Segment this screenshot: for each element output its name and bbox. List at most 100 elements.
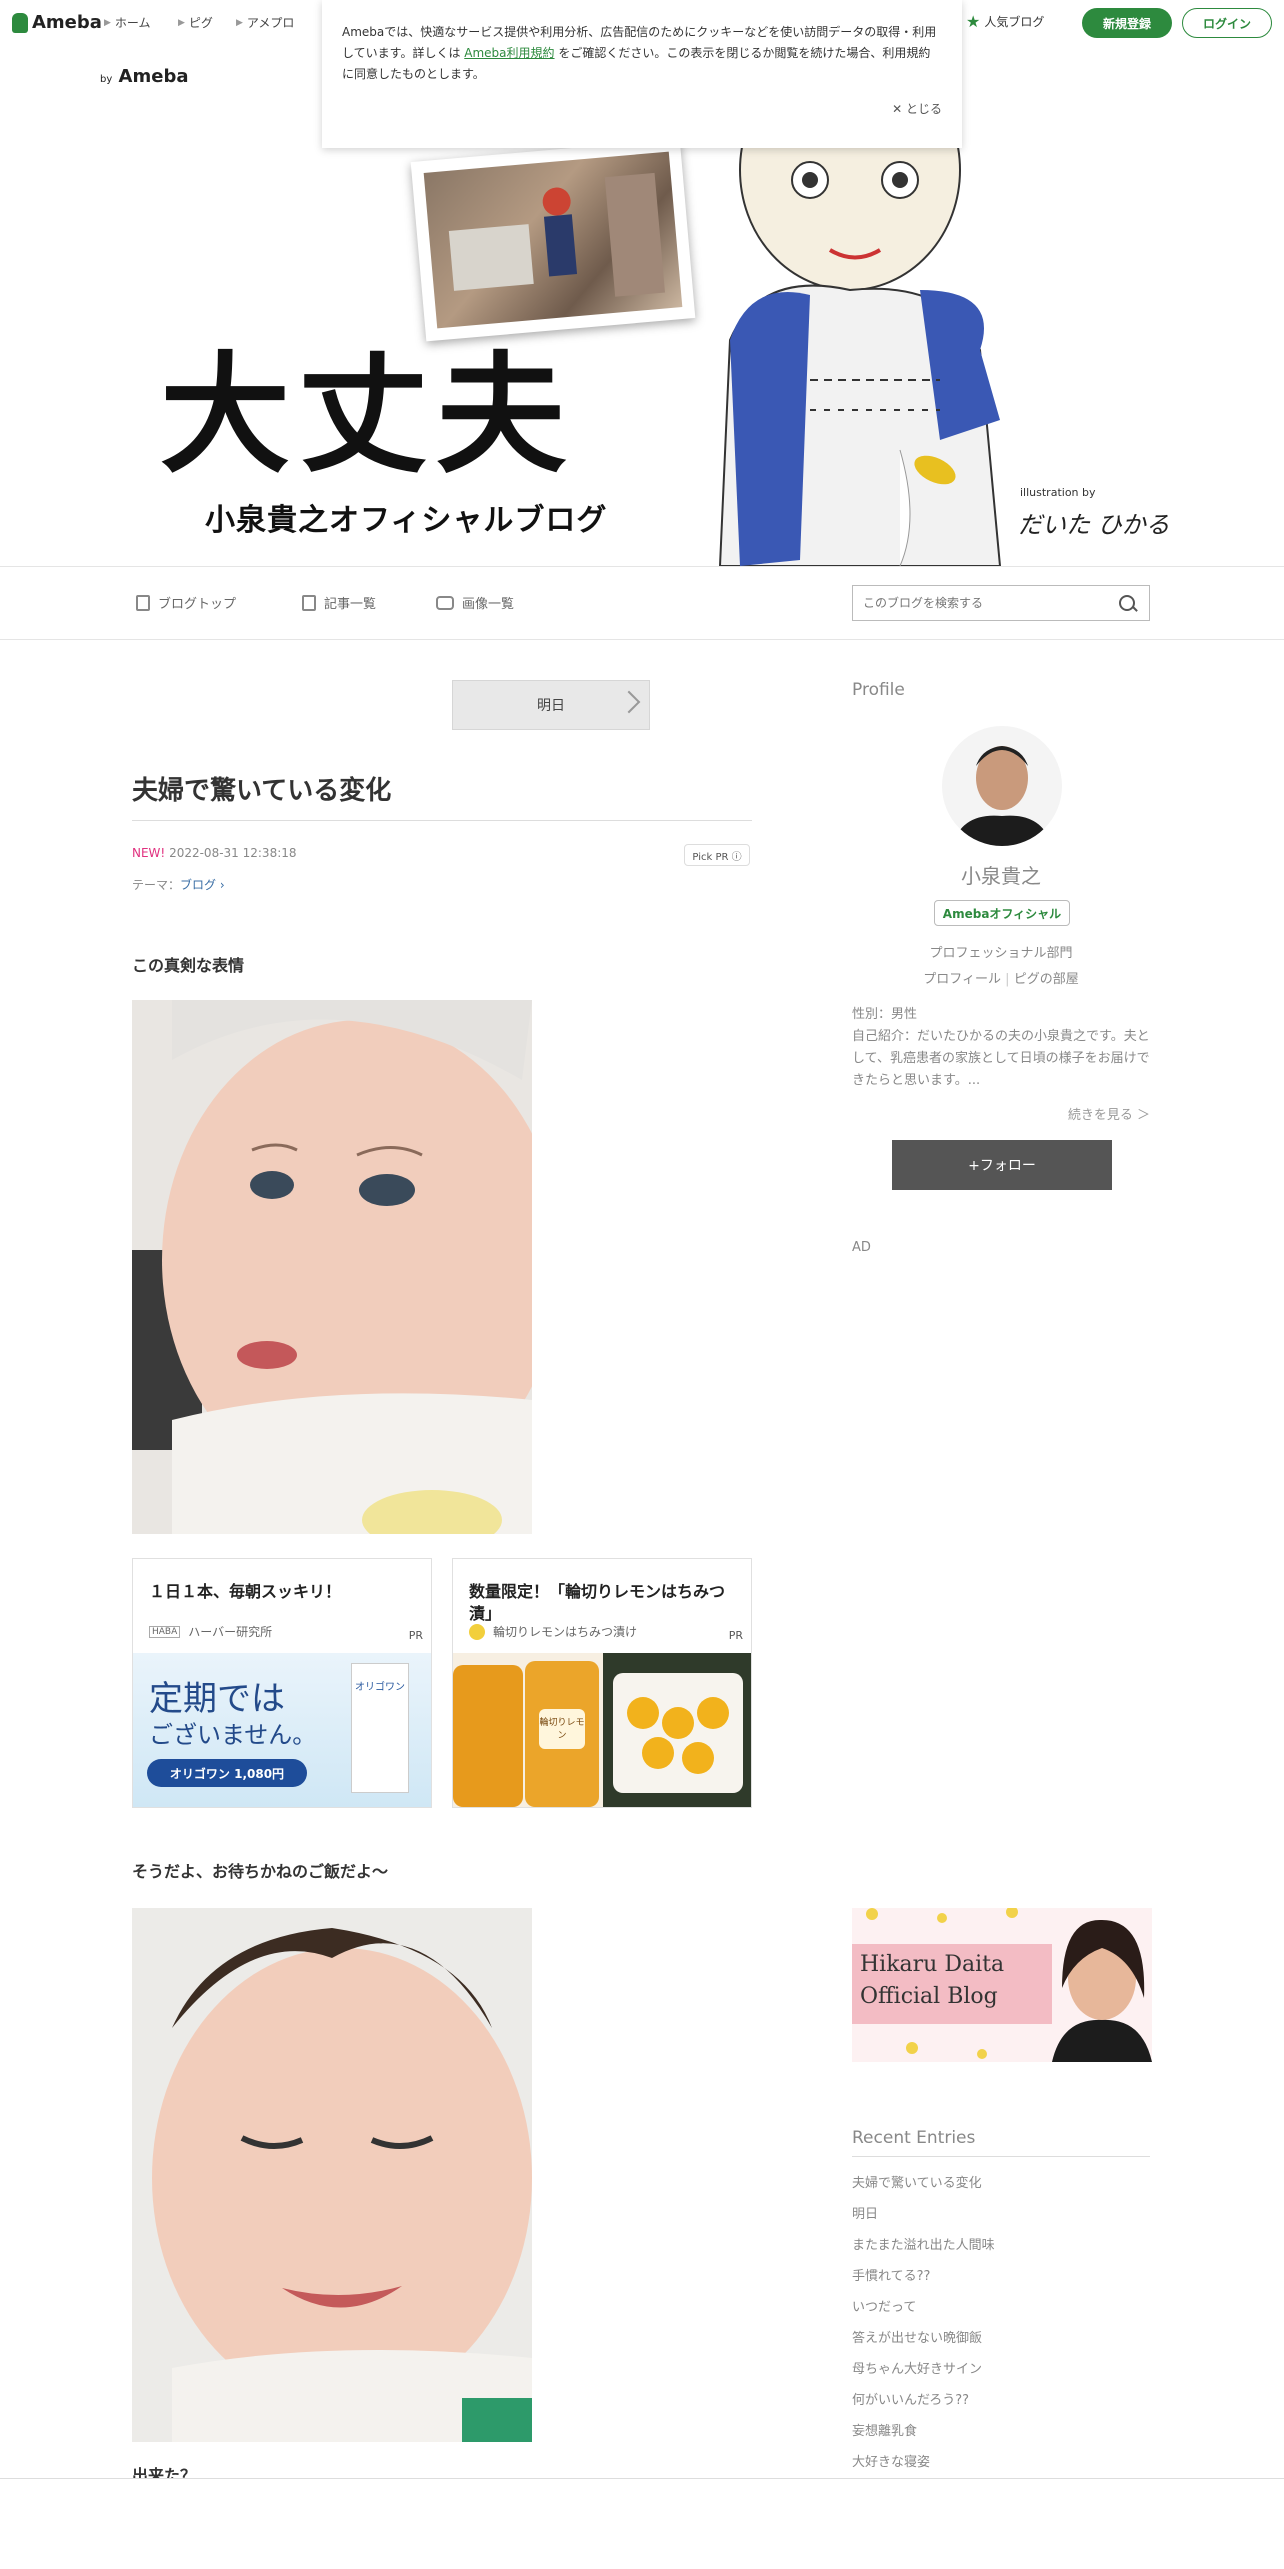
nav-home[interactable]: ▶ ホーム bbox=[104, 14, 151, 31]
popular-label: 人気ブログ bbox=[984, 15, 1045, 29]
nav-label: 記事一覧 bbox=[324, 597, 377, 612]
profile-link[interactable]: プロフィール bbox=[923, 972, 1001, 987]
recent-entry[interactable]: いつだって bbox=[852, 2298, 1150, 2329]
photo-content bbox=[423, 151, 683, 329]
illustrator-signature: だいた ひかる bbox=[1018, 511, 1170, 539]
pr-label: PR bbox=[408, 1629, 423, 1642]
ameba-logo[interactable]: Ameba bbox=[12, 12, 102, 33]
search-icon[interactable] bbox=[1119, 595, 1135, 611]
entry-title[interactable]: 夫婦で驚いている変化 bbox=[132, 770, 391, 807]
recent-entry[interactable]: 何がいいんだろう?? bbox=[852, 2391, 1150, 2422]
illustration-credit: illustration by bbox=[1020, 486, 1096, 499]
nav-amepro[interactable]: ▶ アメプロ bbox=[236, 14, 294, 31]
lemon-icon bbox=[469, 1623, 485, 1640]
read-more-link[interactable]: 続きを見る ＞ bbox=[852, 1104, 1150, 1123]
recent-entries-list: 夫婦で驚いている変化 明日 またまた溢れ出た人間味 手慣れてる?? いつだって … bbox=[852, 2174, 1150, 2484]
recent-entries-heading: Recent Entries bbox=[852, 2128, 1150, 2157]
nav-label: ブログトップ bbox=[158, 597, 237, 612]
pick-pr-button[interactable]: Pick PR ⓘ bbox=[684, 844, 750, 866]
profile-heading: Profile bbox=[852, 680, 905, 700]
ad-title: １日１本、毎朝スッキリ！ bbox=[149, 1582, 342, 1601]
entry-meta: NEW! 2022-08-31 12:38:18 bbox=[132, 846, 297, 860]
recent-entry[interactable]: 手慣れてる?? bbox=[852, 2267, 1150, 2298]
hikaru-blog-banner[interactable]: Hikaru Daita Official Blog bbox=[852, 1908, 1152, 2062]
entry-theme: テーマ：ブログ › bbox=[132, 876, 225, 893]
baby-photo-1-svg bbox=[132, 1000, 532, 1534]
ad-card-lemon[interactable]: 数量限定！「輪切りレモンはちみつ漬」 輪切りレモンはちみつ漬け PR 輪切りレモ… bbox=[452, 1558, 752, 1808]
separator: | bbox=[1005, 972, 1010, 987]
ad-price-pill: オリゴワン 1,080円 bbox=[147, 1759, 307, 1787]
new-badge: NEW! bbox=[132, 846, 166, 860]
blog-subtitle-art: 小泉貴之オフィシャルブログ bbox=[205, 503, 608, 538]
search-input[interactable] bbox=[853, 586, 1105, 620]
nav-label: アメプロ bbox=[246, 16, 295, 30]
blog-nav: ブログトップ 記事一覧 画像一覧 bbox=[0, 566, 1284, 640]
banner-text: Official Blog bbox=[860, 1984, 998, 2009]
theme-link[interactable]: ブログ › bbox=[180, 878, 225, 892]
ad-image: 定期では ございません。 オリゴワン 1,080円 オリゴワン bbox=[133, 1653, 431, 1807]
nav-label: ホーム bbox=[114, 16, 151, 30]
nav-blog-top[interactable]: ブログトップ bbox=[136, 593, 236, 612]
ad-img-text: 定期では bbox=[149, 1679, 285, 1719]
blog-title-art: 大丈夫 bbox=[160, 338, 575, 491]
avatar-svg bbox=[942, 726, 1062, 846]
terms-link[interactable]: Ameba利用規約 bbox=[464, 46, 554, 60]
ad-card-haba[interactable]: １日１本、毎朝スッキリ！ HABA ハーバー研究所 PR 定期では ございません。… bbox=[132, 1558, 432, 1808]
cookie-text: Amebaでは、快適なサービス提供や利用分析、広告配信のためにクッキーなどを使い… bbox=[342, 22, 942, 85]
profile-category: プロフェッショナル部門 bbox=[929, 946, 1073, 961]
profile-links: プロフィール | ピグの部屋 bbox=[852, 968, 1150, 987]
jar-label: 輪切りレモン bbox=[539, 1709, 585, 1749]
by-ameba-text: Ameba bbox=[118, 66, 189, 87]
chevron-right-icon: ▶ bbox=[236, 17, 243, 28]
follow-button[interactable]: +フォロー bbox=[892, 1140, 1112, 1190]
avatar[interactable] bbox=[942, 726, 1062, 846]
ad-img-text: ございません。 bbox=[149, 1721, 317, 1749]
ad-sponsor: 輪切りレモンはちみつ漬け bbox=[469, 1623, 637, 1640]
chevron-right-icon: ▶ bbox=[104, 17, 111, 28]
document-icon bbox=[136, 594, 150, 611]
ad-sponsor-name: ハーバー研究所 bbox=[188, 1625, 273, 1639]
profile-name[interactable]: 小泉貴之 bbox=[852, 860, 1150, 889]
baby-photo-2-svg bbox=[132, 1908, 532, 2442]
banner-text: Hikaru Daita bbox=[860, 1952, 1005, 1977]
popular-blog-link[interactable]: ★ 人気ブログ bbox=[966, 12, 1044, 31]
copy-icon bbox=[302, 594, 316, 611]
ad-title: 数量限定！「輪切りレモンはちみつ漬」 bbox=[469, 1582, 726, 1623]
baby-photo-2[interactable] bbox=[132, 1908, 532, 2442]
camera-icon bbox=[436, 595, 454, 610]
nav-pigg[interactable]: ▶ ピグ bbox=[178, 14, 213, 31]
baby-photo-1[interactable] bbox=[132, 1000, 532, 1534]
recent-entry[interactable]: 妄想離乳食 bbox=[852, 2422, 1150, 2453]
bottom-bar bbox=[0, 2478, 1284, 2569]
ad-label: AD bbox=[852, 1240, 871, 1255]
pr-label: PR bbox=[728, 1629, 743, 1642]
recent-entry[interactable]: 夫婦で驚いている変化 bbox=[852, 2174, 1150, 2205]
star-icon: ★ bbox=[966, 12, 981, 31]
logo-text: Ameba bbox=[32, 12, 102, 33]
nav-image-list[interactable]: 画像一覧 bbox=[436, 593, 514, 612]
recent-entry[interactable]: 母ちゃん大好きサイン bbox=[852, 2360, 1150, 2391]
cookie-close-button[interactable]: ✕ とじる bbox=[892, 100, 942, 117]
ad-image: 輪切りレモン bbox=[453, 1653, 751, 1807]
nav-entry-list[interactable]: 記事一覧 bbox=[302, 593, 376, 612]
recent-entry[interactable]: 明日 bbox=[852, 2205, 1150, 2236]
theme-label: テーマ： bbox=[132, 878, 181, 892]
recent-entry[interactable]: 答えが出せない晩御飯 bbox=[852, 2329, 1150, 2360]
next-entry-button[interactable]: 明日 bbox=[452, 680, 650, 730]
cookie-consent-banner: Amebaでは、快適なサービス提供や利用分析、広告配信のためにクッキーなどを使い… bbox=[322, 0, 962, 148]
entry-heading-2: そうだよ、お待ちかねのご飯だよ〜 bbox=[132, 1862, 389, 1881]
login-button[interactable]: ログイン bbox=[1182, 8, 1272, 38]
chevron-right-icon: ▶ bbox=[178, 17, 185, 28]
register-button[interactable]: 新規登録 bbox=[1082, 8, 1172, 38]
haba-logo: HABA bbox=[149, 1625, 181, 1638]
entry-heading-3: 出来た？ bbox=[132, 2466, 197, 2478]
blog-search bbox=[852, 585, 1150, 621]
next-entry-label: 明日 bbox=[537, 698, 565, 714]
pigg-room-link[interactable]: ピグの部屋 bbox=[1014, 972, 1079, 987]
ad-sponsor-name: 輪切りレモンはちみつ漬け bbox=[493, 1625, 638, 1639]
profile-intro: 自己紹介：だいたひかるの夫の小泉貴之です。夫として、乳癌患者の家族として日頃の様… bbox=[852, 1029, 1150, 1088]
nav-label: 画像一覧 bbox=[462, 597, 515, 612]
official-badge[interactable]: Amebaオフィシャル bbox=[934, 900, 1070, 926]
recent-entry[interactable]: またまた溢れ出た人間味 bbox=[852, 2236, 1150, 2267]
by-prefix: by bbox=[100, 74, 113, 85]
